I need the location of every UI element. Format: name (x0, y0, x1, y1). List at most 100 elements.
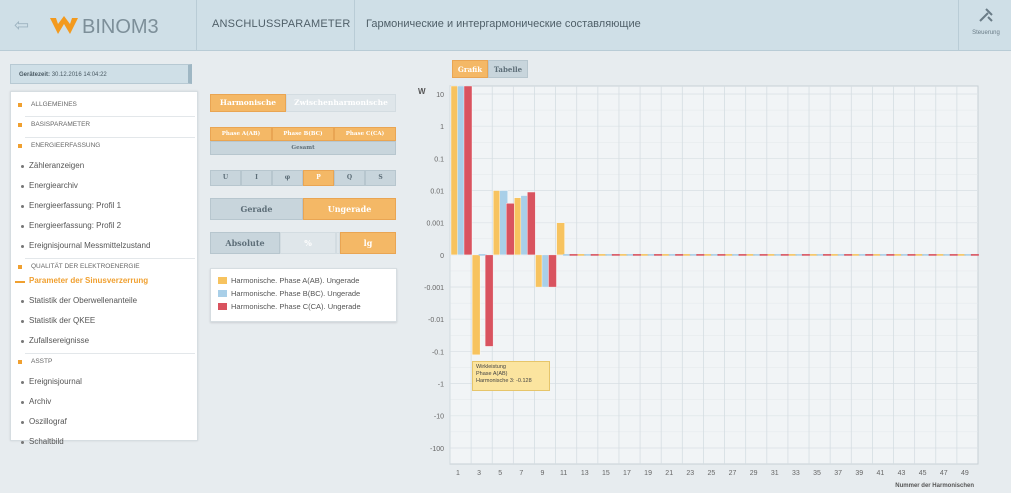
bullet-icon (21, 320, 24, 323)
bullet-icon (21, 225, 24, 228)
x-tick-label: 37 (834, 470, 842, 477)
sidebar-item[interactable]: Energieerfassung: Profil 2 (11, 221, 197, 234)
x-tick-label: 15 (602, 470, 610, 477)
sidebar-item[interactable]: Energieerfassung: Profil 1 (11, 201, 197, 214)
control-label: Steuerung (972, 30, 1000, 36)
sidebar-section[interactable]: QUALITÄT DER ELEKTROENERGIE (11, 263, 197, 275)
phase-a-button[interactable]: Phase A(AB) (210, 127, 272, 141)
sidebar-item[interactable]: Ereignisjournal (11, 377, 197, 390)
breadcrumb-section[interactable]: ANSCHLUSSPARAMETER (212, 18, 350, 30)
bar (590, 254, 599, 256)
x-tick-label: 11 (560, 470, 567, 477)
control-button[interactable]: Steuerung (966, 6, 1006, 46)
harmonic-type-harmonics-button[interactable]: Harmonische (210, 94, 286, 112)
sidebar-item[interactable]: Statistik der QKEE (11, 316, 197, 329)
sidebar-item-label: ASSTP (31, 358, 53, 365)
sidebar-item[interactable]: Parameter der Sinusverzerrung (11, 276, 197, 289)
bar (484, 254, 494, 347)
sidebar-divider (25, 258, 195, 259)
legend-swatch (218, 290, 227, 297)
sidebar-item[interactable]: Zähleranzeigen (11, 161, 197, 174)
parity-odd-button[interactable]: Ungerade (303, 198, 396, 220)
y-axis-label: W (418, 87, 426, 96)
legend-swatch (218, 303, 227, 310)
bar (844, 254, 853, 256)
x-tick-label: 3 (477, 470, 481, 477)
sidebar-item[interactable]: Oszillograf (11, 417, 197, 430)
x-tick-label: 49 (961, 470, 969, 477)
bar (865, 254, 874, 256)
bar (738, 254, 747, 256)
sidebar: ALLGEMEINES BASISPARAMETER ENERGIEERFASSUN… (10, 91, 198, 446)
sidebar-item-label: Ereignisjournal (29, 377, 82, 386)
bullet-icon (21, 185, 24, 188)
sidebar-item[interactable]: Schaltbild (11, 437, 197, 450)
bar (569, 254, 578, 256)
sidebar-item-label: Parameter der Sinusverzerrung (29, 276, 149, 285)
x-tick-label: 29 (750, 470, 758, 477)
quantity-q-button[interactable]: Q (334, 170, 365, 186)
sidebar-section[interactable]: ASSTP (11, 358, 197, 370)
quantity-s-button[interactable]: S (365, 170, 396, 186)
sidebar-item-label: Schaltbild (29, 437, 64, 446)
y-tick-label: 10 (436, 92, 444, 99)
sidebar-item-label: Zufallsereignisse (29, 336, 90, 345)
x-tick-label: 9 (541, 470, 545, 477)
sidebar-section[interactable]: ALLGEMEINES (11, 101, 197, 113)
bullet-icon (21, 340, 24, 343)
quantity-i-button[interactable]: I (241, 170, 272, 186)
scale-percent-button[interactable]: % (280, 232, 336, 254)
header-divider (196, 0, 197, 50)
sidebar-section[interactable]: ENERGIEERFASSUNG (11, 142, 197, 154)
header-divider (958, 0, 959, 50)
quantity-p-button[interactable]: P (303, 170, 334, 186)
x-tick-label: 1 (456, 470, 460, 477)
bar (717, 254, 726, 256)
bar (907, 254, 916, 256)
y-tick-label: -1 (438, 382, 444, 389)
tab-tabelle[interactable]: Tabelle (488, 60, 528, 78)
harmonic-type-interharmonics-button[interactable]: Zwischenharmonische (286, 94, 396, 112)
phase-b-button[interactable]: Phase B(BC) (272, 127, 334, 141)
sidebar-item-label: Energieerfassung: Profil 1 (29, 201, 122, 210)
logo-text: BINOM3 (82, 16, 159, 38)
sidebar-item[interactable]: Statistik der Oberwellenanteile (11, 296, 197, 309)
x-tick-label: 47 (940, 470, 948, 477)
sidebar-item-label: BASISPARAMETER (31, 121, 91, 128)
sidebar-item[interactable]: Zufallsereignisse (11, 336, 197, 349)
device-time-label: Gerätezeit: (19, 72, 51, 78)
bar (556, 222, 565, 256)
bar (696, 254, 705, 256)
sidebar-item-label: Archiv (29, 397, 52, 406)
bullet-icon (21, 441, 24, 444)
sidebar-item[interactable]: Energiearchiv (11, 181, 197, 194)
sidebar-item-label: Statistik der Oberwellenanteile (29, 296, 138, 305)
bullet-icon (21, 401, 24, 404)
x-tick-label: 7 (519, 470, 523, 477)
sidebar-item-label: ALLGEMEINES (31, 101, 77, 108)
bullet-icon (21, 300, 24, 303)
y-tick-label: -0.1 (432, 349, 444, 356)
bar (527, 191, 536, 256)
scale-absolute-button[interactable]: Absolute (210, 232, 280, 254)
sidebar-section[interactable]: BASISPARAMETER (11, 121, 197, 133)
parity-even-button[interactable]: Gerade (210, 198, 303, 220)
device-time-value: 30.12.2016 14:04:22 (51, 72, 107, 78)
quantity-phi-button[interactable]: φ (272, 170, 303, 186)
scale-lg-button[interactable]: lg (340, 232, 396, 254)
back-arrow-icon[interactable]: ⇦ (14, 16, 36, 34)
chart-legend: Harmonische. Phase A(AB). Ungerade Harmo… (210, 268, 397, 322)
bar (886, 254, 895, 256)
tab-grafik[interactable]: Grafik (452, 60, 488, 78)
x-tick-label: 33 (792, 470, 800, 477)
x-tick-label: 17 (623, 470, 631, 477)
quantity-u-button[interactable]: U (210, 170, 241, 186)
phase-c-button[interactable]: Phase C(CA) (334, 127, 396, 141)
sidebar-item[interactable]: Archiv (11, 397, 197, 410)
y-tick-label: 0 (440, 253, 444, 260)
bullet-icon (21, 381, 24, 384)
sidebar-item[interactable]: Ereignisjournal Messmittelzustand (11, 241, 197, 254)
x-tick-label: 43 (898, 470, 906, 477)
y-tick-label: 0.01 (430, 189, 444, 196)
phase-total-button[interactable]: Gesamt (210, 141, 396, 155)
